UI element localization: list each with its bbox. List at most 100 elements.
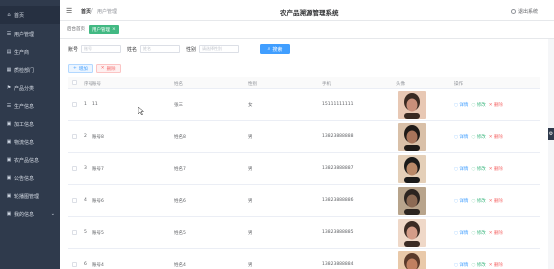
table-row[interactable]: 6 账号4 姓名4 男 13823888884 ◌ 详情 ◌ 修改 ✕ 删除: [68, 249, 540, 269]
detail-button[interactable]: ◌ 详情: [454, 230, 468, 236]
delete-button[interactable]: ✕ 删除: [489, 262, 503, 268]
sidebar-item-carousel[interactable]: ▣ 轮播图管理: [0, 187, 60, 205]
logout-button[interactable]: 退出系统: [510, 8, 538, 15]
edit-button[interactable]: ◌ 修改: [471, 102, 485, 108]
row-phone: 13823888886: [322, 198, 354, 203]
detail-button[interactable]: ◌ 详情: [454, 262, 468, 268]
delete-button[interactable]: ✕ 删除: [489, 134, 503, 140]
account-label: 账号: [68, 46, 79, 53]
notice-icon: ▣: [6, 175, 12, 181]
sidebar-item-users[interactable]: ☰ 用户管理: [0, 25, 60, 43]
sidebar-item-processing[interactable]: ▣ 加工信息: [0, 115, 60, 133]
delete-button[interactable]: ✕ 删除: [489, 198, 503, 204]
detail-button[interactable]: ◌ 详情: [454, 102, 468, 108]
row-checkbox[interactable]: [72, 102, 77, 107]
logistics-icon: ▣: [6, 139, 12, 145]
row-index: 4: [84, 198, 87, 203]
sidebar-item-production[interactable]: ☰ 生产信息: [0, 97, 60, 115]
sidebar: ⌂ 首页 ☰ 用户管理 ▤ 生产商 ▦ 质检部门 ⚑ 产品分类 ☰ 生产信息 ▣…: [0, 0, 60, 269]
search-button-label: 搜索: [272, 46, 283, 53]
row-gender: 男: [248, 231, 253, 236]
sidebar-item-label: 我的信息: [14, 211, 35, 218]
table-header: 序号 账号 姓名 性别 手机 头像 操作: [68, 77, 540, 89]
breadcrumb-home[interactable]: 首页: [81, 8, 91, 15]
row-checkbox[interactable]: [72, 134, 77, 139]
row-name: 姓名5: [174, 231, 186, 236]
detail-button[interactable]: ◌ 详情: [454, 134, 468, 140]
sidebar-item-producer[interactable]: ▤ 生产商: [0, 43, 60, 61]
sidebar-item-mine[interactable]: ▣ 我的信息 ⌄: [0, 205, 60, 223]
row-index: 2: [84, 134, 87, 139]
sidebar-item-label: 轮播图管理: [14, 193, 40, 200]
menu-toggle-icon[interactable]: ☰: [66, 7, 72, 15]
settings-drawer-toggle[interactable]: ⚙: [548, 128, 554, 140]
dept-icon: ▦: [6, 67, 12, 73]
sidebar-item-label: 物流信息: [14, 139, 35, 146]
mine-icon: ▣: [6, 211, 12, 217]
row-account: 账号4: [92, 263, 104, 268]
detail-button[interactable]: ◌ 详情: [454, 198, 468, 204]
edit-button[interactable]: ◌ 修改: [471, 166, 485, 172]
store-icon: ▤: [6, 49, 12, 55]
sidebar-item-logistics[interactable]: ▣ 物流信息: [0, 133, 60, 151]
row-checkbox[interactable]: [72, 262, 77, 267]
sidebar-item-label: 生产商: [14, 49, 30, 56]
search-button[interactable]: ⌕ 搜索: [260, 44, 290, 54]
gender-select[interactable]: 请选择性别: [199, 45, 240, 53]
row-actions: ◌ 详情 ◌ 修改 ✕ 删除: [454, 166, 503, 172]
name-input[interactable]: 姓名: [140, 45, 181, 53]
mouse-cursor-icon: [138, 107, 144, 115]
header-account[interactable]: 账号: [92, 81, 101, 87]
row-checkbox[interactable]: [72, 230, 77, 235]
sidebar-item-label: 用户管理: [14, 31, 35, 38]
sidebar-item-product[interactable]: ▣ 农产品信息: [0, 151, 60, 169]
row-index: 1: [84, 102, 87, 107]
logout-label: 退出系统: [517, 9, 538, 15]
row-gender: 男: [248, 167, 253, 172]
header-name[interactable]: 姓名: [174, 81, 183, 87]
add-button[interactable]: + 增加: [68, 64, 93, 73]
header-phone[interactable]: 手机: [322, 81, 331, 87]
add-button-label: 增加: [78, 66, 88, 72]
detail-button[interactable]: ◌ 详情: [454, 166, 468, 172]
table-row[interactable]: 5 账号5 姓名5 男 13823888885 ◌ 详情 ◌ 修改 ✕ 删除: [68, 217, 540, 249]
edit-button[interactable]: ◌ 修改: [471, 262, 485, 268]
select-all-checkbox[interactable]: [72, 80, 77, 85]
tab-home[interactable]: 后台首页: [67, 26, 85, 32]
sidebar-item-notice[interactable]: ▣ 公告信息: [0, 169, 60, 187]
table-row[interactable]: 2 账号8 姓名8 男 13823888888 ◌ 详情 ◌ 修改 ✕ 删除: [68, 121, 540, 153]
header-avatar[interactable]: 头像: [396, 81, 405, 87]
edit-button[interactable]: ◌ 修改: [471, 198, 485, 204]
row-account: 11: [92, 102, 98, 107]
row-name: 姓名8: [174, 135, 186, 140]
tab-users[interactable]: 用户管理 ×: [89, 25, 119, 34]
row-checkbox[interactable]: [72, 198, 77, 203]
delete-button[interactable]: ✕ 删除: [489, 166, 503, 172]
sidebar-item-category[interactable]: ⚑ 产品分类: [0, 79, 60, 97]
app-window: ⌂ 首页 ☰ 用户管理 ▤ 生产商 ▦ 质检部门 ⚑ 产品分类 ☰ 生产信息 ▣…: [0, 0, 554, 269]
top-header: ☰ 首页 / 用户管理 农产品溯源管理系统 退出系统: [60, 0, 554, 21]
delete-button[interactable]: ✕ 删除: [489, 230, 503, 236]
avatar: [398, 219, 426, 247]
table-row[interactable]: 1 11 张三女 15111111111 ◌ 详情 ◌ 修改 ✕ 删除: [68, 89, 540, 121]
delete-button[interactable]: ✕ 删除: [489, 102, 503, 108]
row-phone: 13823888885: [322, 230, 354, 235]
plus-icon: +: [73, 66, 77, 71]
table-row[interactable]: 3 账号7 姓名7 男 13823888887 ◌ 详情 ◌ 修改 ✕ 删除: [68, 153, 540, 185]
sidebar-item-home[interactable]: ⌂ 首页: [0, 6, 60, 24]
delete-button-label: 删除: [106, 66, 116, 72]
row-name: 张三: [174, 103, 183, 108]
row-phone: 13823888884: [322, 262, 354, 267]
row-phone: 15111111111: [322, 102, 354, 107]
row-checkbox[interactable]: [72, 166, 77, 171]
edit-button[interactable]: ◌ 修改: [471, 230, 485, 236]
edit-button[interactable]: ◌ 修改: [471, 134, 485, 140]
sidebar-item-label: 产品分类: [14, 85, 35, 92]
header-gender[interactable]: 性别: [248, 81, 257, 87]
batch-delete-button[interactable]: ✕ 删除: [95, 64, 121, 73]
close-icon[interactable]: ×: [112, 27, 116, 32]
sidebar-item-label: 加工信息: [14, 121, 35, 128]
table-row[interactable]: 4 账号6 姓名6 男 13823888886 ◌ 详情 ◌ 修改 ✕ 删除: [68, 185, 540, 217]
sidebar-item-inspection[interactable]: ▦ 质检部门: [0, 61, 60, 79]
account-input[interactable]: 账号: [81, 45, 122, 53]
